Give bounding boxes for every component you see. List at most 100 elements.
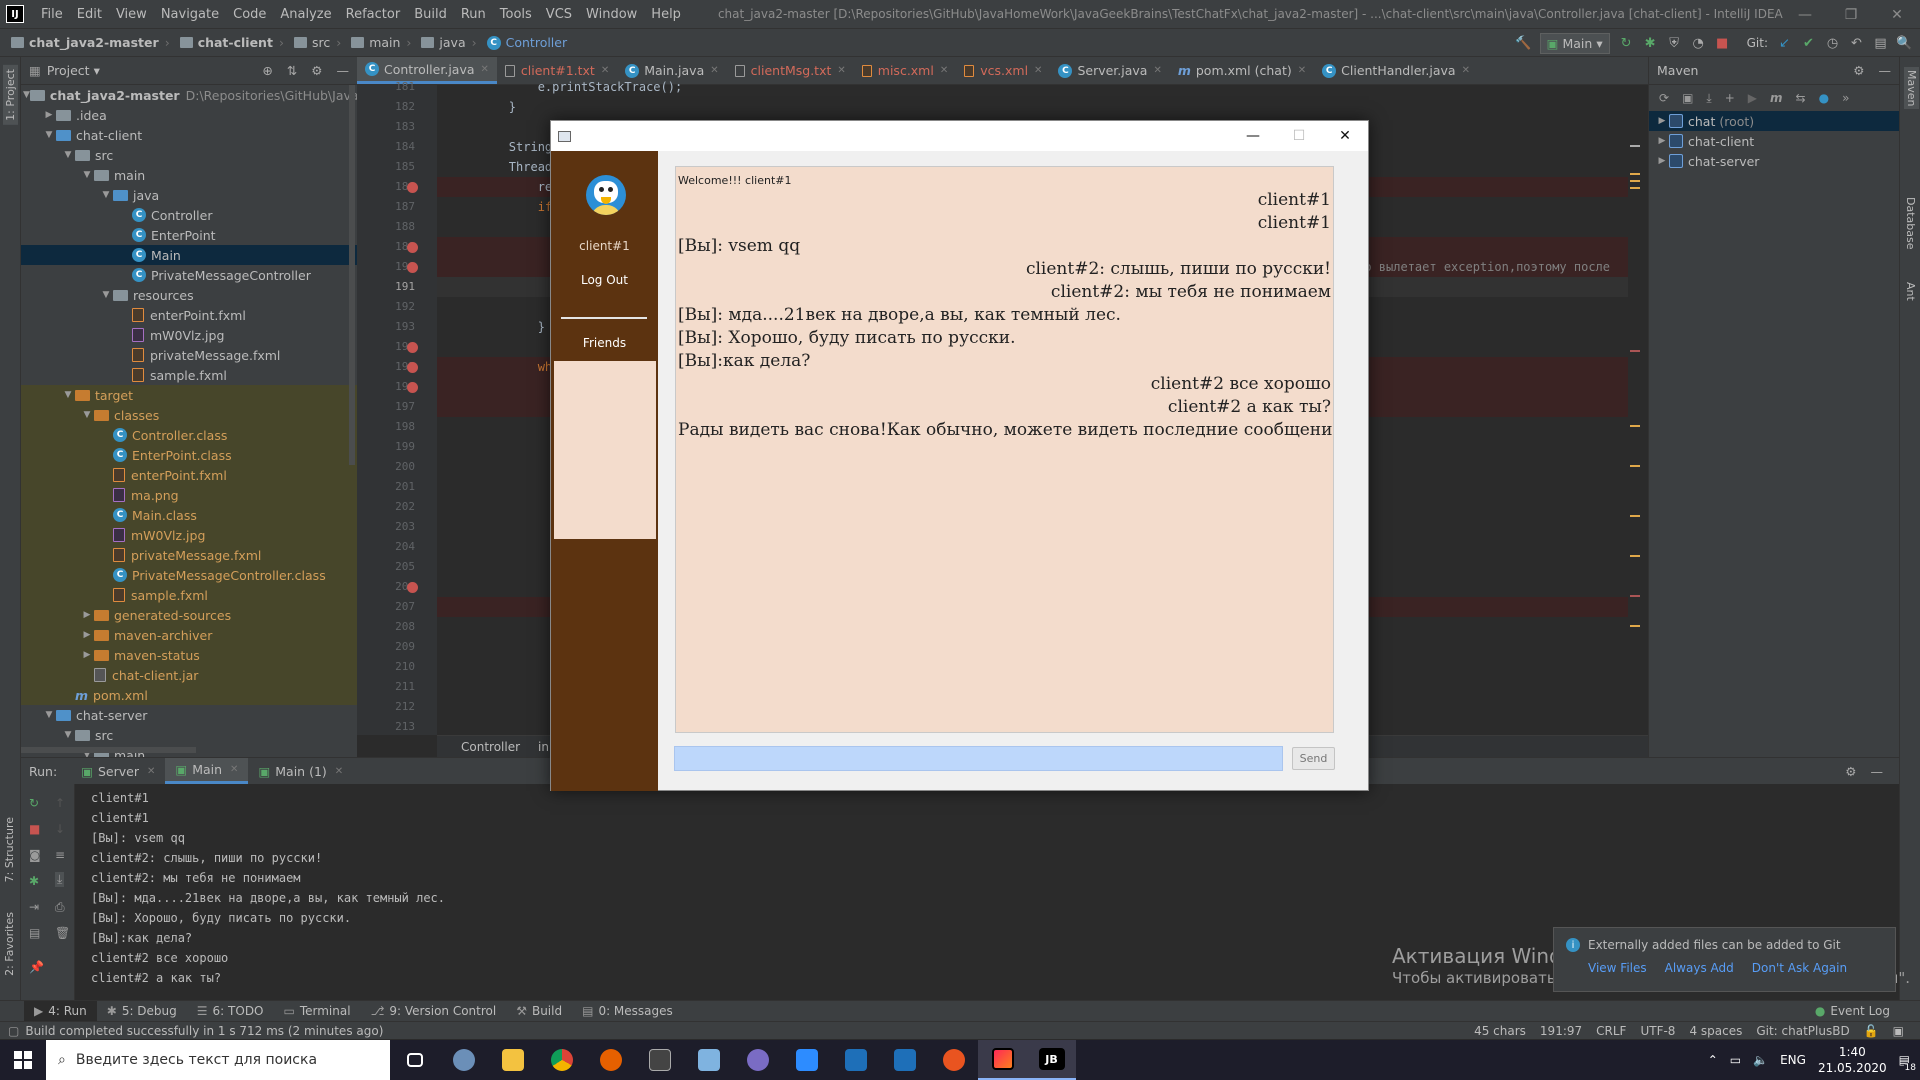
status-line-separator[interactable]: CRLF [1596,1024,1626,1038]
lock-icon[interactable]: 🔓 [1864,1024,1879,1038]
project-panel-title[interactable]: Project [47,63,90,78]
menu-item-navigate[interactable]: Navigate [154,7,226,22]
close-icon[interactable]: ✕ [1462,65,1470,76]
clock[interactable]: 1:40 21.05.2020 [1818,1044,1887,1076]
soft-wrap-icon[interactable]: ≡ [55,848,65,862]
tree-item[interactable]: m pom.xml [21,685,357,705]
build-hammer-icon[interactable]: 🔨 [1515,36,1531,51]
menu-item-view[interactable]: View [109,7,154,22]
tree-item[interactable]: ▼ src [21,725,357,745]
up-icon[interactable]: ↑ [55,796,65,810]
bottom-tab[interactable]: ☰ 6: TODO [187,1001,274,1022]
tool-tab-structure[interactable]: 7: Structure [3,817,16,882]
close-icon[interactable]: ✕ [1322,121,1368,151]
message-input[interactable] [674,746,1283,771]
event-log-tab[interactable]: ● Event Log [1815,1004,1920,1018]
download-icon[interactable]: ⤓ [1706,91,1711,106]
taskbar-app-settings[interactable] [439,1040,488,1080]
status-indent[interactable]: 4 spaces [1689,1024,1742,1038]
minimize-icon[interactable]: — [1230,121,1276,151]
friends-label[interactable]: Friends [551,336,658,350]
breadcrumb-item[interactable]: C Controller [482,35,573,50]
profile-icon[interactable]: ◔ [1691,36,1706,51]
run-config-select[interactable]: ▣ Main ▾ [1539,32,1610,54]
tree-item[interactable]: enterPoint.fxml [21,305,357,325]
menu-item-window[interactable]: Window [579,7,644,22]
close-icon[interactable]: ✕ [601,65,609,76]
git-commit-icon[interactable]: ✔ [1801,36,1816,51]
tree-item[interactable]: mW0Vlz.jpg [21,325,357,345]
menu-item-tools[interactable]: Tools [493,7,539,22]
console-output[interactable]: client#1 client#1 [Вы]: vsem qq client#2: с… [91,778,1291,1002]
rerun-icon[interactable]: ↻ [29,796,39,810]
taskbar-app-ubuntu[interactable] [929,1040,978,1080]
always-add-link[interactable]: Always Add [1665,961,1734,975]
breakpoint-icon[interactable] [407,382,418,393]
breakpoint-icon[interactable] [407,262,418,273]
menu-item-edit[interactable]: Edit [70,7,109,22]
gear-icon[interactable]: ⚙ [311,63,322,78]
hide-icon[interactable]: — [1879,63,1892,78]
restore-icon[interactable]: ❐ [1828,0,1874,29]
taskbar-app-java[interactable]: JB [1027,1040,1076,1080]
stop-icon[interactable]: ■ [1715,36,1730,51]
taskbar-search[interactable]: ⌕ Введите здесь текст для поиска [46,1040,390,1080]
tree-item[interactable]: ▼ main [21,165,357,185]
git-update-icon[interactable]: ↙ [1777,36,1792,51]
bottom-tab[interactable]: ⚒ Build [506,1001,572,1022]
collapse-all-icon[interactable]: ⇅ [287,63,297,78]
locate-icon[interactable]: ⊕ [262,63,272,78]
dont-ask-again-link[interactable]: Don't Ask Again [1752,961,1847,975]
send-button[interactable]: Send [1292,747,1335,770]
exit-icon[interactable]: ⇥ [29,900,39,914]
tree-item[interactable]: ▼ chat-server [21,705,357,725]
taskbar-app-firefox[interactable] [586,1040,635,1080]
breadcrumb-item[interactable]: chat_java2-master › [6,35,175,50]
network-icon[interactable]: ▭ [1730,1053,1741,1067]
tree-item[interactable]: privateMessage.fxml [21,545,357,565]
tree-item[interactable]: ▼ java [21,185,357,205]
chevron-up-icon[interactable]: ⌃ [1708,1053,1718,1067]
close-icon[interactable]: ✕ [147,766,155,777]
search-everywhere-icon[interactable]: 🔍 [1896,36,1912,51]
pin-icon[interactable]: 📌 [29,960,44,974]
tool-tab-ant[interactable]: Ant [1904,282,1917,301]
hide-icon[interactable]: — [1871,764,1884,779]
maven-project-item[interactable]: ▶ chat-client [1649,131,1899,151]
skip-tests-icon[interactable]: ● [1819,91,1829,105]
minimize-icon[interactable]: — [1782,0,1828,29]
tree-item[interactable]: ▶ .idea [21,105,357,125]
editor-breadcrumb-class[interactable]: Controller [461,740,520,754]
menu-item-help[interactable]: Help [644,7,688,22]
close-icon[interactable]: ✕ [940,65,948,76]
menu-item-code[interactable]: Code [226,7,273,22]
stop-icon[interactable]: ■ [29,822,40,836]
logout-button[interactable]: Log Out [551,273,658,287]
tree-item[interactable]: ▼ src [21,145,357,165]
status-encoding[interactable]: UTF-8 [1640,1024,1675,1038]
tool-tab-project[interactable]: 1: Project [3,65,18,125]
scroll-to-end-icon[interactable]: ⤓ [55,872,65,887]
view-files-link[interactable]: View Files [1588,961,1647,975]
breadcrumb-item[interactable]: src › [289,35,346,50]
maven-project-item[interactable]: ▶ chat-server [1649,151,1899,171]
down-icon[interactable]: ↓ [55,822,65,836]
taskbar-app-zoom[interactable] [782,1040,831,1080]
volume-icon[interactable]: 🔈 [1753,1053,1768,1067]
tree-item[interactable]: C PrivateMessageController.class [21,565,357,585]
bottom-tab[interactable]: ▶ 4: Run [24,1000,97,1022]
tree-item[interactable]: enterPoint.fxml [21,465,357,485]
status-caret-position[interactable]: 191:97 [1540,1024,1582,1038]
taskbar-app-vscode-2[interactable] [880,1040,929,1080]
tree-item[interactable]: C PrivateMessageController [21,265,357,285]
menu-item-file[interactable]: File [34,7,70,22]
editor-scrollbar[interactable] [1630,85,1648,735]
friends-list[interactable] [554,361,656,539]
close-icon[interactable]: ✕ [481,64,489,75]
reload-icon[interactable]: ⟳ [1659,91,1669,105]
breadcrumb-item[interactable]: chat-client › [175,35,289,50]
menu-item-build[interactable]: Build [407,7,454,22]
memory-icon[interactable]: ▣ [1893,1024,1904,1038]
tree-item[interactable]: C Controller [21,205,357,225]
trash-icon[interactable]: 🗑 [55,926,70,940]
